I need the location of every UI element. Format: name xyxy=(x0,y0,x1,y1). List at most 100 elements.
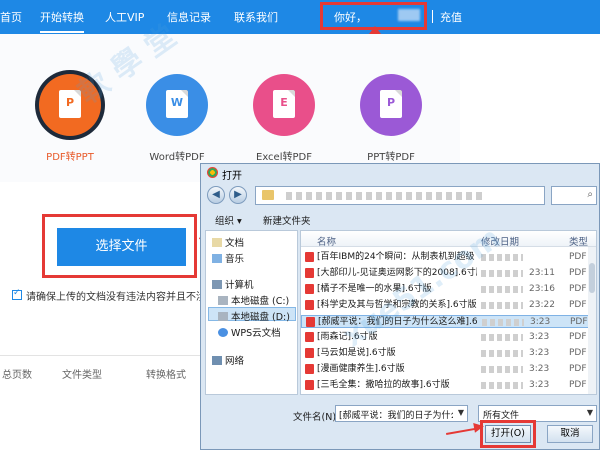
date-redacted xyxy=(482,319,524,326)
converter-excel-to-pdf[interactable]: E Excel转PDF xyxy=(249,74,319,163)
file-date: 3:23 xyxy=(529,364,550,374)
column-header-date[interactable]: 修改日期 xyxy=(481,234,519,248)
open-file-dialog: 打开 ◀ ▶ ⌕ 组织 ▾ 新建文件夹 文档 音乐 计算机 本地磁盘 (C:) … xyxy=(200,163,600,450)
pdf-file-icon xyxy=(305,348,314,358)
back-icon[interactable]: ◀ xyxy=(207,186,225,204)
file-row[interactable]: [郝威平说：我们的日子为什么这么难].6... 3:23 PDF xyxy=(301,315,596,328)
converter-label: Excel转PDF xyxy=(256,152,312,163)
agree-checkbox[interactable] xyxy=(12,288,22,300)
drive-icon xyxy=(218,312,228,321)
file-date: 23:11 xyxy=(529,268,555,278)
scrollbar-thumb[interactable] xyxy=(589,263,595,293)
file-name: [雨森记].6寸版 xyxy=(317,332,378,342)
pdf-to-ppt-icon: P xyxy=(39,74,101,136)
music-icon xyxy=(212,254,222,263)
cloud-icon xyxy=(218,328,228,337)
file-row[interactable]: [漫画健康养生].6寸版 3:23 PDF xyxy=(301,363,596,376)
file-type: PDF xyxy=(569,300,587,310)
nav-item-recharge[interactable]: 充值 xyxy=(440,9,462,25)
pdf-file-icon xyxy=(306,317,315,327)
file-name: [郝威平说：我们的日子为什么这么难].6... xyxy=(318,317,478,327)
file-type: PDF xyxy=(569,332,587,342)
converter-label: PDF转PPT xyxy=(46,152,94,163)
agree-text: 请确保上传的文档没有违法内容并且不涉 xyxy=(26,292,202,303)
column-header-type[interactable]: 类型 xyxy=(569,234,588,248)
date-redacted xyxy=(481,366,523,373)
navigation-pane: 文档 音乐 计算机 本地磁盘 (C:) 本地磁盘 (D:) WPS云文档 网络 xyxy=(205,230,298,395)
drive-icon xyxy=(218,296,228,305)
new-folder-button[interactable]: 新建文件夹 xyxy=(263,213,311,227)
nav-divider xyxy=(432,10,433,23)
choose-file-button[interactable]: 选择文件 xyxy=(57,228,186,266)
date-redacted xyxy=(481,270,523,277)
chevron-down-icon[interactable]: ▼ xyxy=(458,408,464,417)
file-type: PDF xyxy=(569,364,587,374)
nav-pane-wps-cloud[interactable]: WPS云文档 xyxy=(218,325,281,339)
column-header-pages: 总页数 xyxy=(2,370,32,381)
date-redacted xyxy=(481,334,523,341)
converter-ppt-to-pdf[interactable]: P PPT转PDF xyxy=(356,74,426,163)
pdf-file-icon xyxy=(305,364,314,374)
date-redacted xyxy=(481,350,523,357)
file-date: 3:23 xyxy=(529,380,550,390)
search-icon: ⌕ xyxy=(587,189,593,200)
file-list-scrollbar[interactable] xyxy=(588,247,596,394)
file-type: PDF xyxy=(569,284,587,294)
nav-pane-music[interactable]: 音乐 xyxy=(212,251,244,265)
open-button[interactable]: 打开(O) xyxy=(485,425,531,443)
file-name: [三毛全集：撒哈拉的故事].6寸版 xyxy=(317,380,450,390)
excel-to-pdf-icon: E xyxy=(253,74,315,136)
pdf-file-icon xyxy=(305,332,314,342)
date-redacted xyxy=(481,302,523,309)
file-row[interactable]: [橘子不是唯一的水果].6寸版 23:16 PDF xyxy=(301,283,596,296)
documents-icon xyxy=(212,238,222,247)
file-type: PDF xyxy=(570,317,588,327)
file-row[interactable]: [科学史及其与哲学和宗教的关系].6寸版 23:22 PDF xyxy=(301,299,596,312)
dialog-titlebar[interactable]: 打开 xyxy=(201,164,600,182)
browser-icon xyxy=(207,167,218,178)
top-nav: 首页 开始转换 人工VIP 信息记录 联系我们 你好， 充值 xyxy=(0,0,600,34)
file-row[interactable]: [三毛全集：撒哈拉的故事].6寸版 3:23 PDF xyxy=(301,379,596,392)
search-input[interactable]: ⌕ xyxy=(551,186,597,205)
file-name: [百年IBM的24个瞬间：从制表机到超级 xyxy=(317,252,475,262)
converter-label: Word转PDF xyxy=(149,152,205,163)
nav-item-contact[interactable]: 联系我们 xyxy=(234,9,278,25)
date-redacted xyxy=(481,254,523,261)
address-bar[interactable] xyxy=(255,186,545,205)
file-date: 23:16 xyxy=(529,284,555,294)
nav-item-start-convert[interactable]: 开始转换 xyxy=(40,9,84,33)
file-row[interactable]: [马云如是说].6寸版 3:23 PDF xyxy=(301,347,596,360)
forward-icon[interactable]: ▶ xyxy=(229,186,247,204)
file-name: [科学史及其与哲学和宗教的关系].6寸版 xyxy=(317,300,477,310)
file-type: PDF xyxy=(569,380,587,390)
nav-item-records[interactable]: 信息记录 xyxy=(167,9,211,25)
converter-word-to-pdf[interactable]: W Word转PDF xyxy=(142,74,212,163)
nav-pane-drive-d[interactable]: 本地磁盘 (D:) xyxy=(218,309,290,323)
nav-item-vip[interactable]: 人工VIP xyxy=(105,9,144,25)
organize-menu[interactable]: 组织 ▾ xyxy=(215,213,242,227)
file-name: [漫画健康养生].6寸版 xyxy=(317,364,405,374)
pdf-file-icon xyxy=(305,268,314,278)
annotation-arrow-open-head xyxy=(473,421,485,433)
converter-pdf-to-ppt[interactable]: P PDF转PPT xyxy=(35,74,105,163)
file-row[interactable]: [雨森记].6寸版 3:23 PDF xyxy=(301,331,596,344)
filename-input[interactable]: [郝威平说：我们的日子为什么这么难 ▼ xyxy=(335,405,468,422)
nav-pane-network[interactable]: 网络 xyxy=(212,353,244,367)
nav-pane-computer[interactable]: 计算机 xyxy=(212,277,254,291)
converter-label: PPT转PDF xyxy=(367,152,415,163)
file-date: 3:23 xyxy=(530,317,551,327)
nav-item-home[interactable]: 首页 xyxy=(0,9,22,25)
column-header-name[interactable]: 名称 xyxy=(317,234,336,248)
pdf-file-icon xyxy=(305,300,314,310)
nav-pane-drive-c[interactable]: 本地磁盘 (C:) xyxy=(218,293,289,307)
user-greeting[interactable]: 你好， xyxy=(334,9,367,25)
file-row[interactable]: [百年IBM的24个瞬间：从制表机到超级 PDF xyxy=(301,251,596,264)
address-path-redacted xyxy=(286,192,486,200)
cancel-button[interactable]: 取消 xyxy=(547,425,593,443)
pdf-file-icon xyxy=(305,380,314,390)
ppt-to-pdf-icon: P xyxy=(360,74,422,136)
file-type: PDF xyxy=(569,268,587,278)
file-row[interactable]: [大部印儿-见证奥运网影下的2008].6寸版 23:11 PDF xyxy=(301,267,596,280)
file-date: 3:23 xyxy=(529,348,550,358)
nav-pane-documents[interactable]: 文档 xyxy=(212,235,244,249)
